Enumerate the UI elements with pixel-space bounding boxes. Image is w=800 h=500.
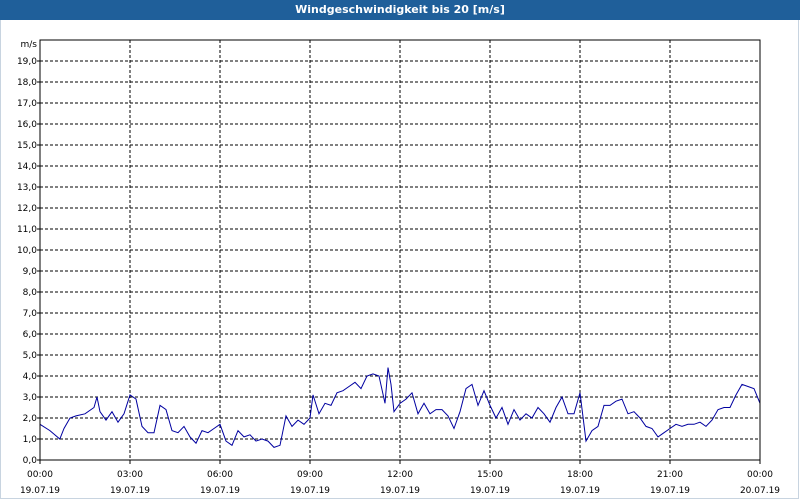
x-tick-time-label: 00:00: [27, 470, 53, 480]
y-tick-label: 14,0: [17, 162, 37, 172]
x-tick-date-label: 19.07.19: [560, 486, 600, 496]
wind-speed-chart: 0,0 1,0 2,0 3,0 4,0 5,0 6,0 7,0 8,0 9,0 10,0 11,0 12…: [17, 39, 780, 496]
x-tick-date-label: 19.07.19: [470, 486, 510, 496]
x-tick-time-label: 03:00: [117, 470, 143, 480]
chart-title: Windgeschwindigkeit bis 20 [m/s]: [0, 0, 800, 20]
x-tick-time-label: 21:00: [657, 470, 683, 480]
y-tick-label: 12,0: [17, 204, 37, 214]
y-tick-label: 2,0: [23, 414, 38, 424]
x-tick-date-label: 19.07.19: [290, 486, 330, 496]
x-tick-date-label: 19.07.19: [650, 486, 690, 496]
y-tick-label: 7,0: [23, 309, 38, 319]
y-tick-label: 1,0: [23, 435, 38, 445]
y-tick-label: 13,0: [17, 183, 37, 193]
y-tick-label: 11,0: [17, 225, 37, 235]
y-tick-label: 3,0: [23, 393, 38, 403]
y-tick-label: 5,0: [23, 351, 38, 361]
grid: [40, 40, 760, 460]
x-tick-time-label: 09:00: [297, 470, 323, 480]
x-tick-date-label: 19.07.19: [20, 486, 60, 496]
x-tick-date-label: 19.07.19: [200, 486, 240, 496]
x-tick-time-label: 18:00: [567, 470, 593, 480]
y-tick-label: 0,0: [23, 456, 38, 466]
y-tick-label: 10,0: [17, 246, 37, 256]
x-tick-time-label: 06:00: [207, 470, 233, 480]
x-tick-date-label: 19.07.19: [380, 486, 420, 496]
y-tick-label: 4,0: [23, 372, 38, 382]
y-tick-label: 8,0: [23, 288, 38, 298]
x-axis-ticks: 00:00 19.07.19 03:00 19.07.19 06:00 19.07.19 0…: [20, 460, 780, 496]
y-tick-label: 16,0: [17, 120, 37, 130]
x-tick-time-label: 15:00: [477, 470, 503, 480]
y-tick-label: 17,0: [17, 99, 37, 109]
y-tick-label: 6,0: [23, 330, 38, 340]
y-tick-label: 15,0: [17, 141, 37, 151]
y-tick-label: 19,0: [17, 57, 37, 67]
x-tick-date-label: 20.07.19: [740, 486, 780, 496]
y-axis-ticks: 0,0 1,0 2,0 3,0 4,0 5,0 6,0 7,0 8,0 9,0 10,0 11,0 12…: [17, 57, 40, 466]
x-tick-date-label: 19.07.19: [110, 486, 150, 496]
y-tick-label: 18,0: [17, 78, 37, 88]
x-tick-time-label: 00:00: [747, 470, 773, 480]
y-tick-label: 9,0: [23, 267, 38, 277]
x-tick-time-label: 12:00: [387, 470, 413, 480]
y-axis-label: m/s: [21, 40, 38, 50]
